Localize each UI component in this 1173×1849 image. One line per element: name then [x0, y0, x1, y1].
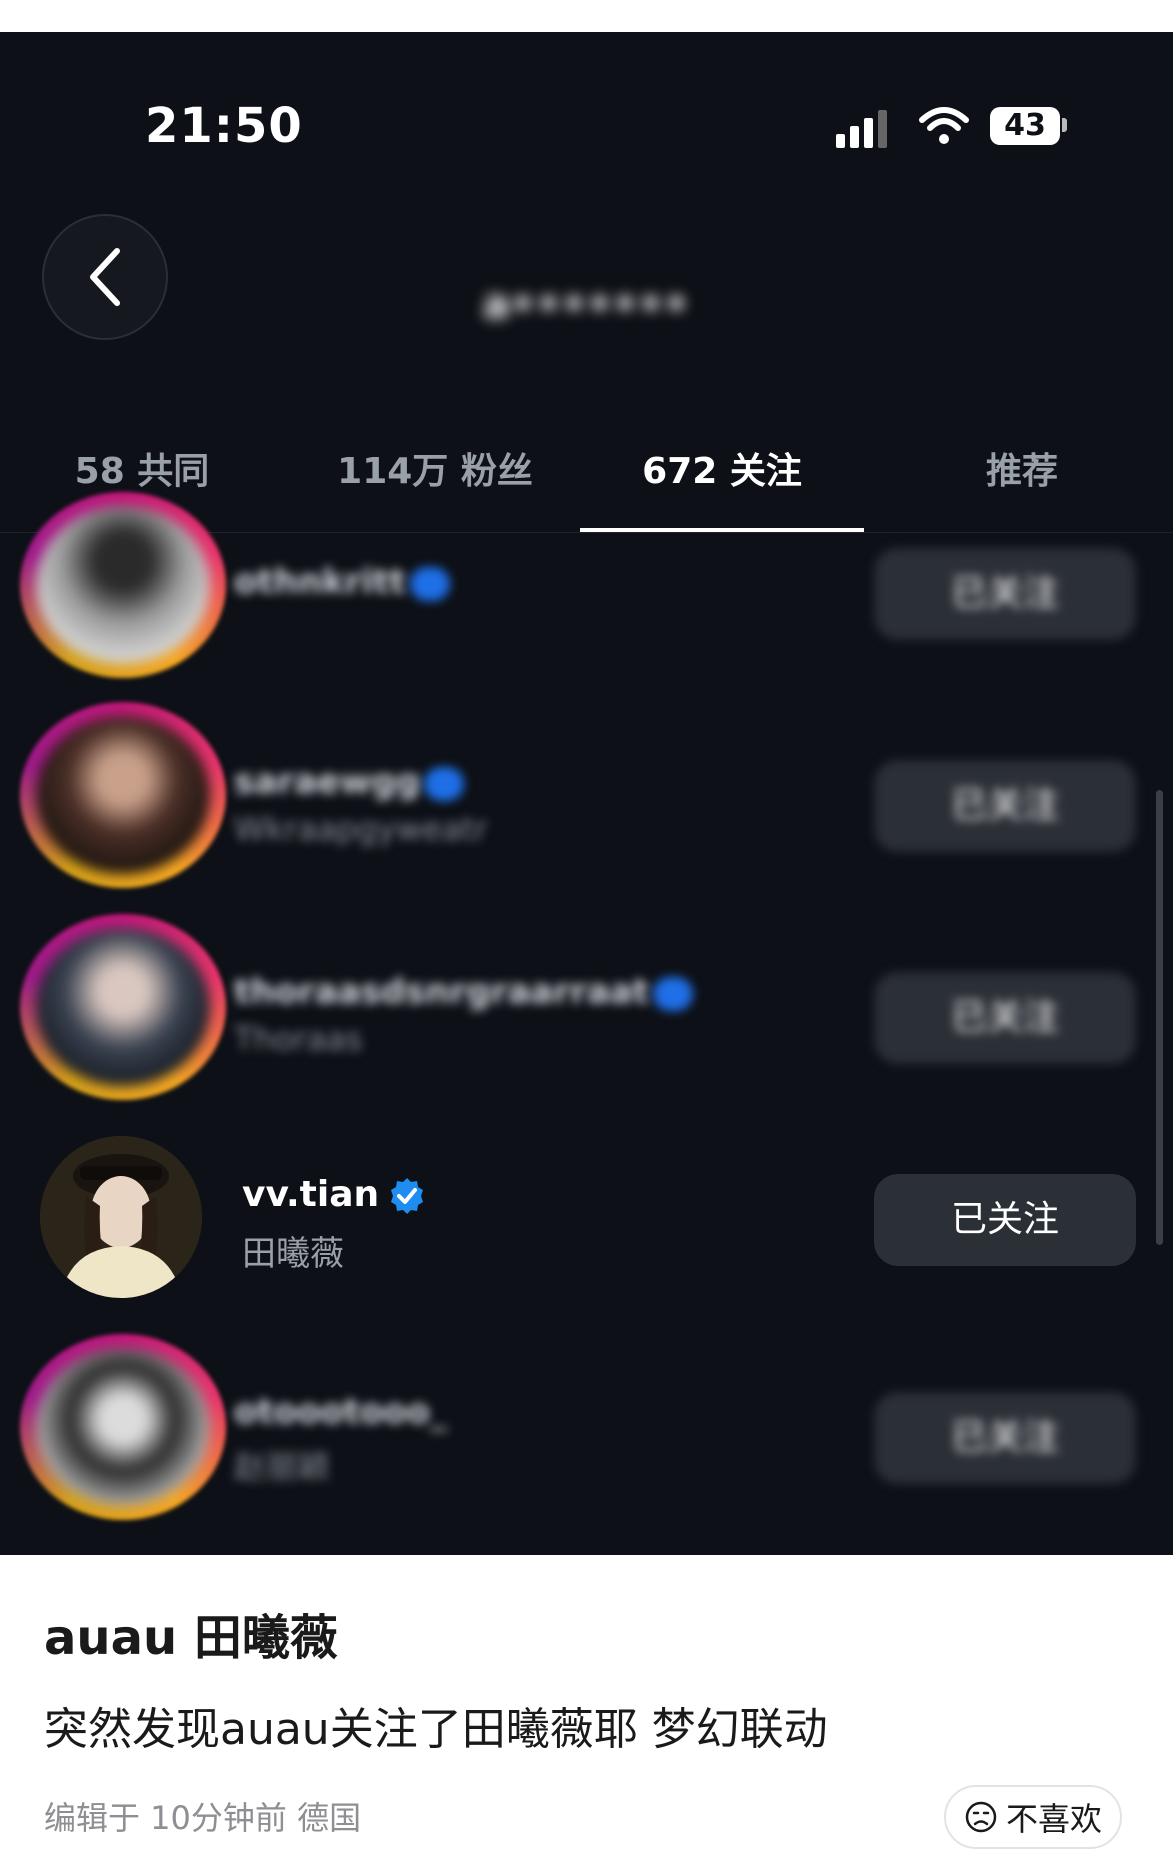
wifi-icon [919, 107, 969, 144]
avatar [36, 506, 210, 664]
list-item[interactable]: saraewgg Wkraapgyweatr 已关注 [0, 690, 1173, 900]
list-item[interactable]: otoootooo_ 赵丽颖 已关注 [0, 1322, 1173, 1532]
avatar [36, 1348, 210, 1506]
display-name: Thoraas [234, 1020, 363, 1058]
username: otoootooo_ [234, 1392, 448, 1432]
following-list: othnkritt 已关注 saraewgg Wkraapgyweatr 已关注… [0, 492, 1173, 1555]
header-username: a••••••• [483, 282, 689, 328]
following-button[interactable]: 已关注 [874, 548, 1136, 640]
username: othnkritt [234, 562, 450, 602]
post-body: 突然发现auau关注了田曦薇耶 梦幻联动 [44, 1704, 828, 1755]
following-button[interactable]: 已关注 [874, 1174, 1136, 1266]
scrollbar[interactable] [1156, 790, 1163, 1245]
avatar [36, 928, 210, 1086]
frown-face-icon [965, 1801, 997, 1833]
username: vv.tian [242, 1174, 427, 1216]
following-button[interactable]: 已关注 [874, 1392, 1136, 1484]
post-meta: 编辑于 10分钟前 德国 [44, 1799, 362, 1837]
status-time: 21:50 [145, 98, 303, 154]
post-caption: auau 田曦薇 突然发现auau关注了田曦薇耶 梦幻联动 编辑于 10分钟前 … [0, 1555, 1173, 1849]
following-button[interactable]: 已关注 [874, 972, 1136, 1064]
list-item[interactable]: vv.tian 田曦薇 已关注 [0, 1112, 1173, 1322]
top-strip [0, 0, 1173, 32]
verified-badge-icon [391, 1178, 424, 1214]
username: thoraasdsnrgraarraat [234, 972, 693, 1012]
verified-badge-icon [652, 976, 693, 1011]
phone-screen: 21:50 43 a••••••• 58 共同 114万 粉丝 672 关注 推… [0, 32, 1173, 1555]
dislike-button[interactable]: 不喜欢 [944, 1785, 1122, 1849]
back-icon [90, 248, 120, 306]
display-name: 赵丽颖 [234, 1448, 331, 1486]
list-item[interactable]: othnkritt 已关注 [0, 480, 1173, 690]
avatar [40, 1136, 202, 1298]
display-name: Wkraapgyweatr [234, 810, 488, 848]
battery-icon: 43 [990, 107, 1060, 145]
verified-badge-icon [409, 566, 450, 601]
avatar [36, 716, 210, 874]
following-button[interactable]: 已关注 [874, 760, 1136, 852]
post-title: auau 田曦薇 [44, 1610, 338, 1666]
status-icons: 43 [836, 104, 1076, 148]
verified-badge-icon [424, 766, 465, 801]
list-item[interactable]: thoraasdsnrgraarraat Thoraas 已关注 [0, 902, 1173, 1112]
display-name: 田曦薇 [242, 1234, 344, 1274]
username: saraewgg [234, 762, 465, 802]
dislike-label: 不喜欢 [1005, 1800, 1102, 1838]
back-button[interactable] [42, 214, 168, 340]
battery-tip [1062, 118, 1067, 132]
